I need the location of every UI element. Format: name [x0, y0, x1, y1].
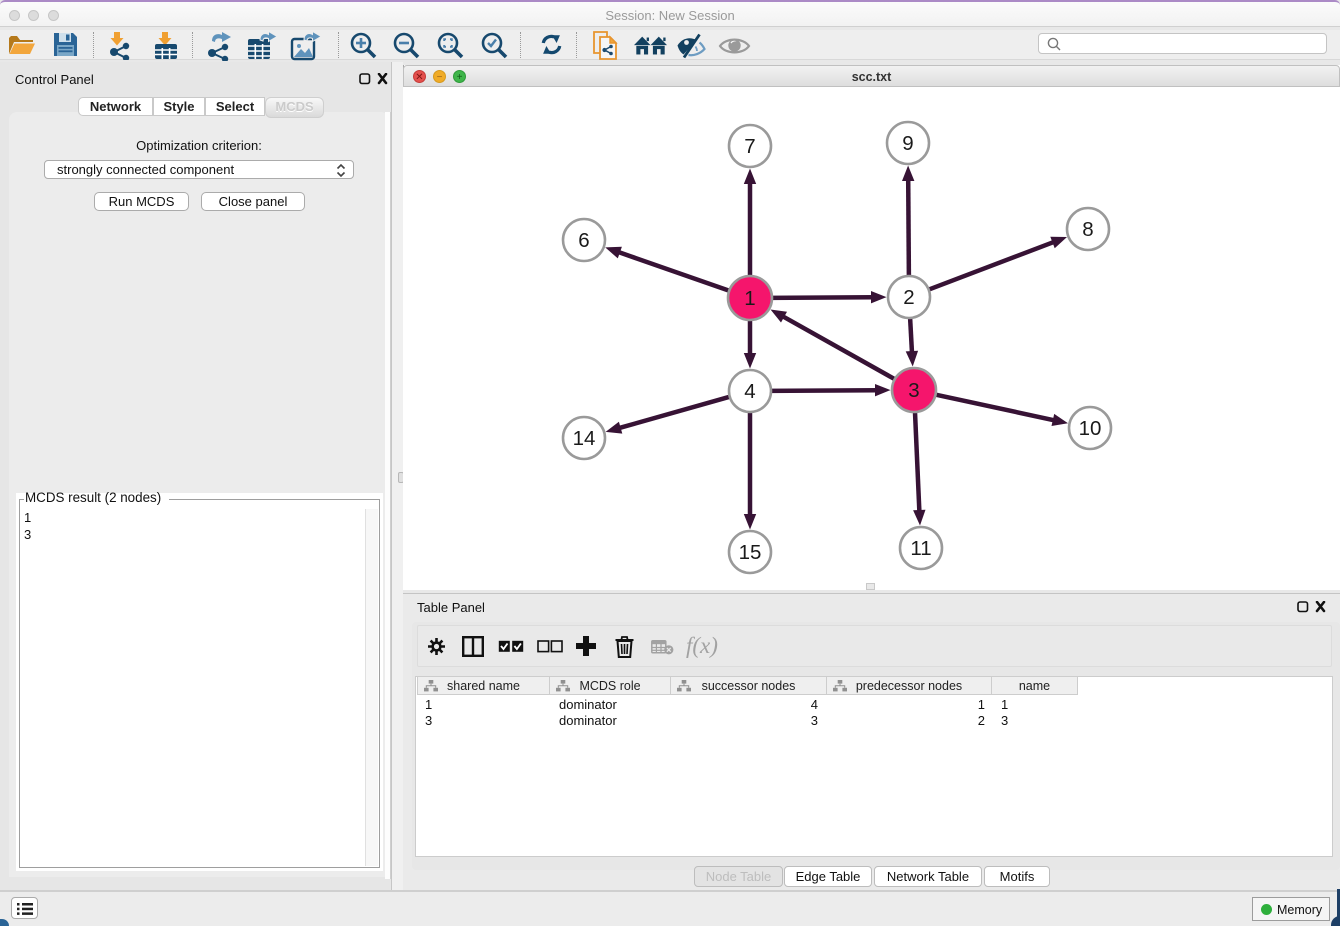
svg-text:3: 3 — [908, 379, 919, 402]
svg-text:6: 6 — [578, 229, 589, 252]
svg-text:2: 2 — [903, 286, 914, 309]
svg-text:9: 9 — [902, 132, 913, 155]
svg-text:1: 1 — [744, 287, 755, 310]
svg-text:4: 4 — [744, 380, 755, 403]
svg-text:8: 8 — [1082, 218, 1093, 241]
svg-text:14: 14 — [573, 427, 596, 450]
svg-text:10: 10 — [1079, 417, 1102, 440]
svg-text:11: 11 — [910, 537, 931, 560]
svg-text:7: 7 — [744, 135, 755, 158]
svg-text:15: 15 — [739, 541, 762, 564]
